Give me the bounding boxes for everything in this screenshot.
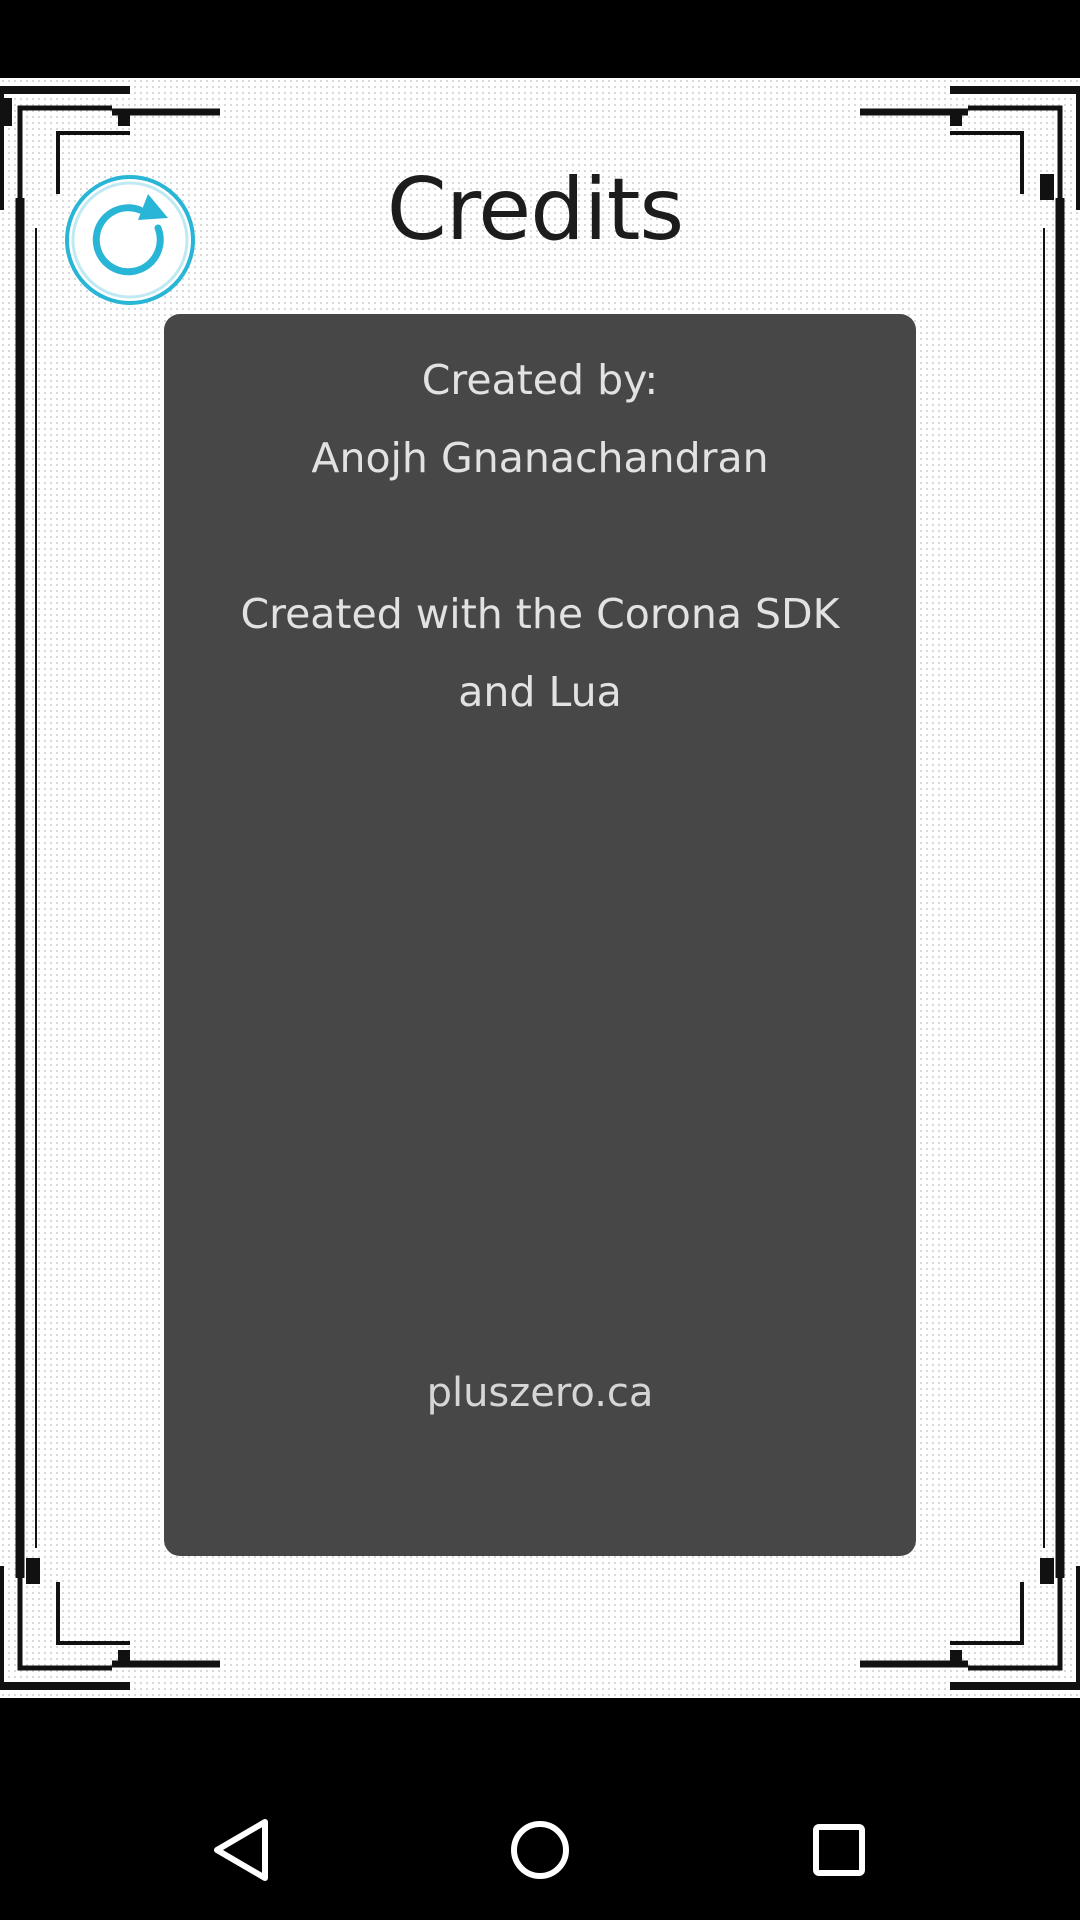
home-button[interactable]: [500, 1810, 580, 1890]
created-by-label: Created by:: [421, 356, 659, 404]
back-button[interactable]: [201, 1810, 281, 1890]
status-bar: [0, 0, 1080, 78]
home-circle-icon: [511, 1821, 569, 1879]
replay-button[interactable]: [64, 174, 196, 306]
page-title: Credits: [386, 160, 684, 260]
replay-icon: [65, 175, 195, 305]
credits-panel: Created by: Anojh Gnanachandran Created …: [164, 314, 916, 1556]
app-screen: Credits Created by: Anojh Gnanachandran …: [0, 0, 1080, 1920]
credits-screen: Credits Created by: Anojh Gnanachandran …: [0, 78, 1080, 1698]
recents-button[interactable]: [799, 1810, 879, 1890]
back-triangle-icon: [214, 1819, 268, 1881]
website-link[interactable]: pluszero.ca: [164, 1370, 916, 1416]
recents-square-icon: [813, 1824, 865, 1876]
author-name: Anojh Gnanachandran: [311, 434, 769, 482]
tools-line-1: Created with the Corona SDK: [240, 590, 840, 638]
tools-line-2: and Lua: [458, 668, 622, 716]
